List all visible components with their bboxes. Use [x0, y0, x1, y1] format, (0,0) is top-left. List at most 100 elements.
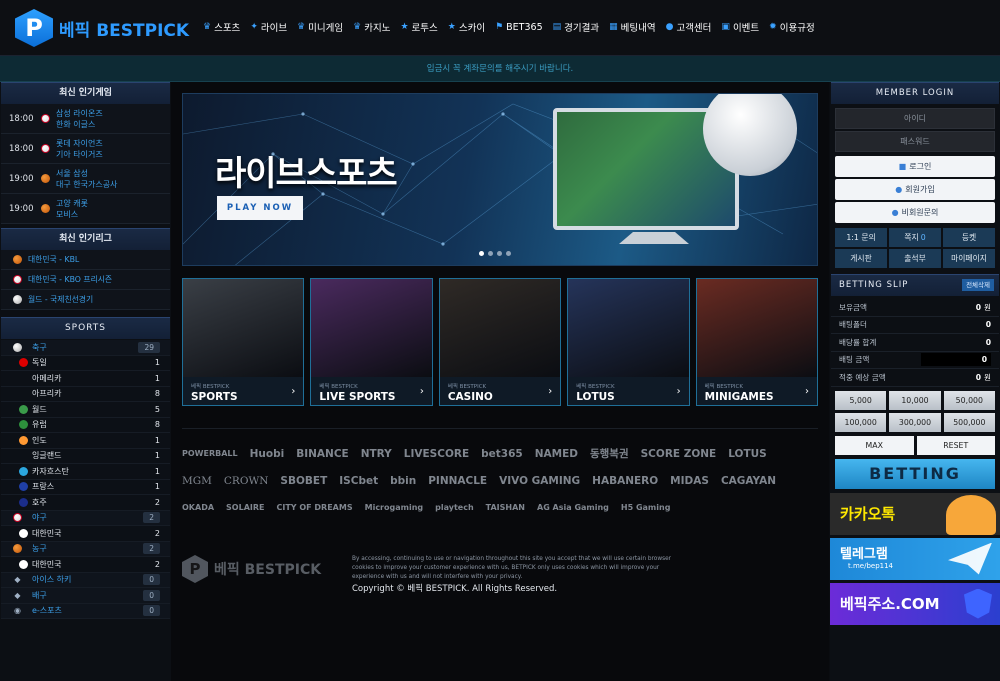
max-button[interactable]: MAX [835, 435, 914, 455]
nav-item-0[interactable]: ♛ 스포츠 [203, 20, 240, 34]
sport-category[interactable]: 축구 29 [1, 340, 170, 356]
hero-banner[interactable]: 라이브스포츠 PLAY NOW [182, 93, 818, 266]
promo-tele[interactable]: 텔레그램 t.me/bep114 [830, 537, 1000, 580]
nav-item-2[interactable]: ♛ 미니게임 [297, 20, 343, 34]
logo-badge-icon: P [15, 9, 53, 47]
nav-item-9[interactable]: ● 고객센터 [666, 20, 712, 34]
chevron-right-icon: › [676, 386, 681, 397]
left-sidebar: 최신 인기게임 18:00 삼성 라이온즈 한화 이글스 18:00 롯데 자이언츠 기아… [0, 82, 171, 681]
betting-button[interactable]: BETTING [835, 458, 995, 489]
league-label: 대한민국 - KBL [28, 255, 80, 264]
signup-button[interactable]: ● 회원가입 [835, 179, 995, 200]
nav-item-6[interactable]: ⚑ BET365 [495, 20, 543, 34]
amount-button[interactable]: 300,000 [889, 412, 941, 432]
bet-amount-input[interactable]: 0 [921, 353, 991, 367]
sport-region[interactable]: 유럽 8 [1, 417, 170, 433]
partner-logo: bbin [390, 474, 417, 487]
carousel-dot[interactable] [497, 251, 502, 256]
sport-category[interactable]: 야구 2 [1, 510, 170, 526]
nav-item-7[interactable]: ▤ 경기결과 [553, 20, 599, 34]
promo-banners: 카카오톡 텔레그램 t.me/bep114 베픽주소.COM [830, 492, 1000, 625]
site-logo[interactable]: P 베픽 BESTPICK [15, 9, 189, 47]
game-tile-casino[interactable]: 베픽 BESTPICK CASINO › [438, 278, 562, 406]
league-item[interactable]: 대한민국 - KBL [1, 250, 170, 270]
amount-button[interactable]: 100,000 [835, 412, 887, 432]
member-link-label: 마이페이지 [951, 254, 987, 263]
sport-region[interactable]: 아메리카 1 [1, 371, 170, 387]
crown-icon: ♛ [297, 22, 306, 32]
nav-item-3[interactable]: ♛ 카지노 [353, 20, 390, 34]
sport-region[interactable]: 월드 5 [1, 402, 170, 418]
nav-item-1[interactable]: ✦ 라이브 [250, 20, 287, 34]
partner-logo: MIDAS [670, 474, 709, 487]
amount-button[interactable]: 5,000 [835, 390, 887, 410]
promo-kakao[interactable]: 카카오톡 [830, 492, 1000, 535]
nav-label: 베팅내역 [620, 23, 656, 34]
partner-logo: NAMED [534, 447, 578, 460]
nav-item-5[interactable]: ★ 스카이 [448, 20, 485, 34]
sport-region[interactable]: 대한민국 2 [1, 557, 170, 573]
nav-item-11[interactable]: ✹ 이용규정 [769, 20, 815, 34]
password-input[interactable]: 패스워드 [835, 131, 995, 152]
game-tile-minigames[interactable]: 베픽 BESTPICK MINIGAMES › [695, 278, 819, 406]
amount-button[interactable]: 50,000 [943, 390, 995, 410]
sport-region[interactable]: 독일 1 [1, 355, 170, 371]
game-tile-live-sports[interactable]: 베픽 BESTPICK LIVE SPORTS › [310, 278, 433, 406]
sport-category[interactable]: ◉ e-스포츠 0 [1, 603, 170, 619]
partner-logo: POWERBALL [182, 449, 238, 458]
home-team: 고양 캐롯 [56, 198, 88, 208]
main-content: 라이브스포츠 PLAY NOW 베픽 BESTPICK SPORTS › 베픽 BES… [171, 82, 829, 681]
partner-logo: playtech [435, 503, 474, 512]
game-tile-lotus[interactable]: 베픽 BESTPICK LOTUS › [567, 278, 690, 406]
league-item[interactable]: 대한민국 - KBO 프리시즌 [1, 270, 170, 290]
sport-region[interactable]: 아프리카 8 [1, 386, 170, 402]
login-button[interactable]: ■ 로그인 [835, 156, 995, 177]
carousel-dot[interactable] [479, 251, 484, 256]
away-team: 모비스 [56, 209, 79, 219]
amount-button[interactable]: 10,000 [889, 390, 941, 410]
game-row[interactable]: 19:00 고양 캐롯 모비스 [1, 194, 170, 224]
partner-logo: MGM [182, 474, 212, 487]
game-row[interactable]: 19:00 서울 삼성 대구 한국가스공사 [1, 164, 170, 194]
game-row[interactable]: 18:00 삼성 라이온즈 한화 이글스 [1, 104, 170, 134]
sport-region[interactable]: 잉글랜드 1 [1, 448, 170, 464]
popular-leagues-title: 최신 인기리그 [1, 228, 170, 250]
sport-region[interactable]: 대한민국 2 [1, 526, 170, 542]
nav-item-10[interactable]: ▣ 이벤트 [721, 20, 759, 34]
partner-logo: Microgaming [364, 503, 424, 512]
nav-item-4[interactable]: ★ 로투스 [400, 20, 437, 34]
sport-category[interactable]: ◆ 아이스 하키 0 [1, 572, 170, 588]
game-tile-sports[interactable]: 베픽 BESTPICK SPORTS › [182, 278, 305, 406]
clear-all-button[interactable]: 전체삭제 [962, 279, 994, 291]
play-now-button[interactable]: PLAY NOW [217, 196, 303, 220]
member-link[interactable]: 마이페이지 [943, 249, 995, 268]
sport-category[interactable]: ◆ 배구 0 [1, 588, 170, 604]
guest-inquiry-button[interactable]: ● 비회원문의 [835, 202, 995, 223]
nav-item-8[interactable]: ▦ 베팅내역 [609, 20, 655, 34]
slip-row: 배당률 합계 0 [831, 334, 999, 352]
carousel-dot[interactable] [488, 251, 493, 256]
sport-region[interactable]: 카자흐스탄 1 [1, 464, 170, 480]
sport-region[interactable]: 호주 2 [1, 495, 170, 511]
away-team: 기아 타이거즈 [56, 149, 103, 159]
amount-button[interactable]: 500,000 [943, 412, 995, 432]
nav-label: 미니게임 [308, 23, 344, 34]
member-login-title: MEMBER LOGIN [831, 82, 999, 104]
game-row[interactable]: 18:00 롯데 자이언츠 기아 타이거즈 [1, 134, 170, 164]
member-link[interactable]: 등켓 [943, 228, 995, 247]
promo-addr[interactable]: 베픽주소.COM [830, 582, 1000, 625]
basketball-icon [41, 204, 50, 213]
sport-name: 카자흐스탄 [32, 466, 69, 476]
member-link[interactable]: 출석부 [889, 249, 941, 268]
sport-name: 월드 [32, 404, 47, 414]
member-link[interactable]: 1:1 문의 [835, 228, 887, 247]
reset-button[interactable]: RESET [916, 435, 995, 455]
carousel-dot[interactable] [506, 251, 511, 256]
sport-region[interactable]: 인도 1 [1, 433, 170, 449]
league-item[interactable]: 월드 - 국제친선경기 [1, 290, 170, 310]
sport-category[interactable]: 농구 2 [1, 541, 170, 557]
sport-region[interactable]: 프랑스 1 [1, 479, 170, 495]
id-input[interactable]: 아이디 [835, 108, 995, 129]
member-link[interactable]: 쪽지 0 [889, 228, 941, 247]
member-link[interactable]: 게시판 [835, 249, 887, 268]
